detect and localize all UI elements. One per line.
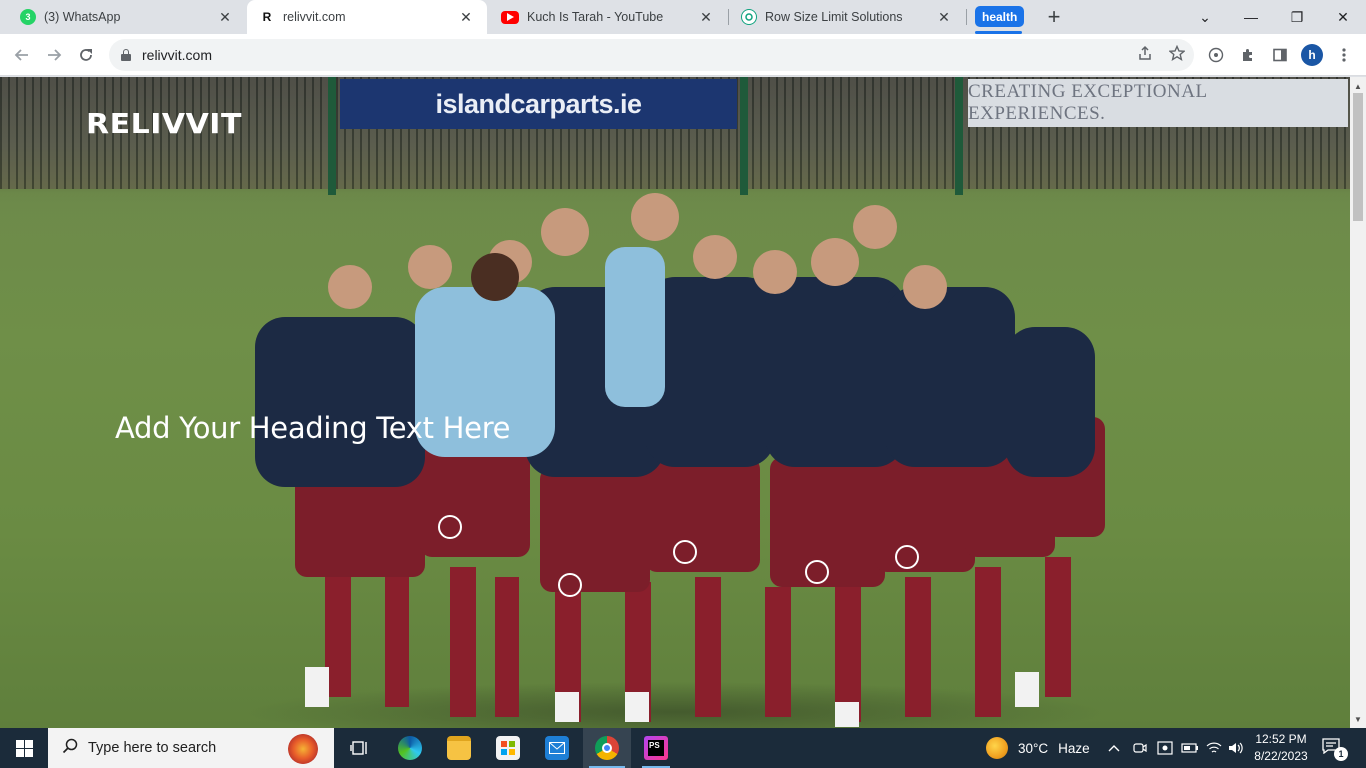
forward-arrow-icon[interactable] xyxy=(41,42,67,68)
close-window-button[interactable]: ✕ xyxy=(1320,0,1366,34)
system-clock[interactable]: 12:52 PM 8/22/2023 xyxy=(1248,731,1314,765)
side-panel-icon[interactable] xyxy=(1269,44,1291,66)
file-explorer-icon[interactable] xyxy=(435,728,483,768)
restore-button[interactable]: ❐ xyxy=(1274,0,1320,34)
meet-now-icon[interactable] xyxy=(1133,728,1147,768)
notification-count-badge: 1 xyxy=(1334,747,1348,761)
tab-title: Kuch Is Tarah - YouTube xyxy=(527,10,664,24)
hero-heading: Add Your Heading Text Here xyxy=(115,411,511,445)
page-viewport: islandcarparts.ie CREATING EXCEPTIONAL E… xyxy=(0,77,1350,728)
whatsapp-icon: 3 xyxy=(20,9,36,25)
weather-temperature: 30°C xyxy=(1018,740,1049,756)
bookmark-star-icon[interactable] xyxy=(1168,44,1186,65)
close-tab-icon[interactable]: ✕ xyxy=(457,8,475,26)
windows-taskbar: Type here to search PS 30°C Haze 12:52 P… xyxy=(0,728,1366,768)
tab-group-health[interactable]: health xyxy=(975,6,1025,27)
advert-banner-islandcarparts: islandcarparts.ie xyxy=(340,79,737,129)
tab-strip: 3 (3) WhatsApp ✕ R relivvit.com ✕ Kuch I… xyxy=(0,0,1366,34)
weather-widget[interactable]: 30°C Haze xyxy=(986,728,1090,768)
windows-logo-icon xyxy=(15,739,33,757)
site-logo[interactable]: RELIVVIT xyxy=(86,108,242,140)
screen-capture-icon[interactable] xyxy=(1157,728,1173,768)
new-tab-button[interactable]: + xyxy=(1043,6,1065,28)
chrome-taskbar-icon[interactable] xyxy=(583,728,631,768)
share-icon[interactable] xyxy=(1136,45,1154,65)
weather-condition: Haze xyxy=(1058,740,1090,756)
battery-icon[interactable] xyxy=(1181,728,1199,768)
menu-kebab-icon[interactable] xyxy=(1333,44,1355,66)
taskbar-search-box[interactable]: Type here to search xyxy=(48,728,334,768)
advert-banner-experiences: CREATING EXCEPTIONAL EXPERIENCES. xyxy=(968,79,1348,127)
tab-search-icon[interactable]: ⌄ xyxy=(1182,0,1228,34)
chatgpt-icon xyxy=(741,9,757,25)
show-hidden-icons-chevron-icon[interactable] xyxy=(1108,728,1124,768)
relivvit-icon: R xyxy=(259,9,275,25)
scroll-up-icon[interactable]: ▲ xyxy=(1350,79,1366,93)
scroll-down-icon[interactable]: ▼ xyxy=(1350,712,1366,726)
close-tab-icon[interactable]: ✕ xyxy=(216,8,234,26)
task-view-icon[interactable] xyxy=(336,728,384,768)
phpstorm-icon[interactable]: PS xyxy=(632,728,680,768)
microsoft-store-icon[interactable] xyxy=(484,728,532,768)
hero-background: islandcarparts.ie CREATING EXCEPTIONAL E… xyxy=(0,77,1350,728)
page-scrollbar[interactable]: ▲ ▼ xyxy=(1350,77,1366,728)
clock-date: 8/22/2023 xyxy=(1254,749,1308,763)
start-button[interactable] xyxy=(0,728,48,768)
search-placeholder: Type here to search xyxy=(88,740,217,756)
browser-toolbar: relivvit.com h xyxy=(0,34,1366,76)
clock-time: 12:52 PM xyxy=(1255,732,1307,746)
extensions-puzzle-icon[interactable] xyxy=(1237,44,1259,66)
back-arrow-icon[interactable] xyxy=(9,42,35,68)
wifi-icon[interactable] xyxy=(1206,728,1222,768)
tab-row-size-limit[interactable]: Row Size Limit Solutions ✕ xyxy=(729,0,965,34)
scrollbar-thumb[interactable] xyxy=(1353,93,1363,221)
close-tab-icon[interactable]: ✕ xyxy=(935,8,953,26)
haze-weather-icon xyxy=(986,737,1008,759)
profile-avatar[interactable]: h xyxy=(1301,44,1323,66)
search-icon xyxy=(62,738,78,759)
notifications-icon[interactable]: 1 xyxy=(1322,738,1348,761)
tab-separator xyxy=(966,9,967,25)
address-bar[interactable]: relivvit.com xyxy=(109,39,1194,71)
edge-browser-icon[interactable] xyxy=(386,728,434,768)
tab-youtube[interactable]: Kuch Is Tarah - YouTube ✕ xyxy=(489,0,727,34)
reload-icon[interactable] xyxy=(73,42,99,68)
tab-title: (3) WhatsApp xyxy=(44,10,121,24)
search-highlight-icon[interactable] xyxy=(288,734,318,764)
address-url[interactable]: relivvit.com xyxy=(142,47,212,63)
close-tab-icon[interactable]: ✕ xyxy=(697,8,715,26)
mail-icon[interactable] xyxy=(533,728,581,768)
tab-title: relivvit.com xyxy=(283,10,346,24)
tab-title: Row Size Limit Solutions xyxy=(765,10,903,24)
tab-whatsapp[interactable]: 3 (3) WhatsApp ✕ xyxy=(8,0,246,34)
youtube-icon xyxy=(501,10,519,24)
lock-icon[interactable] xyxy=(121,49,131,61)
minimize-button[interactable]: — xyxy=(1228,0,1274,34)
tab-relivvit[interactable]: R relivvit.com ✕ xyxy=(247,0,487,34)
extension-icon[interactable] xyxy=(1205,44,1227,66)
volume-icon[interactable] xyxy=(1228,728,1244,768)
